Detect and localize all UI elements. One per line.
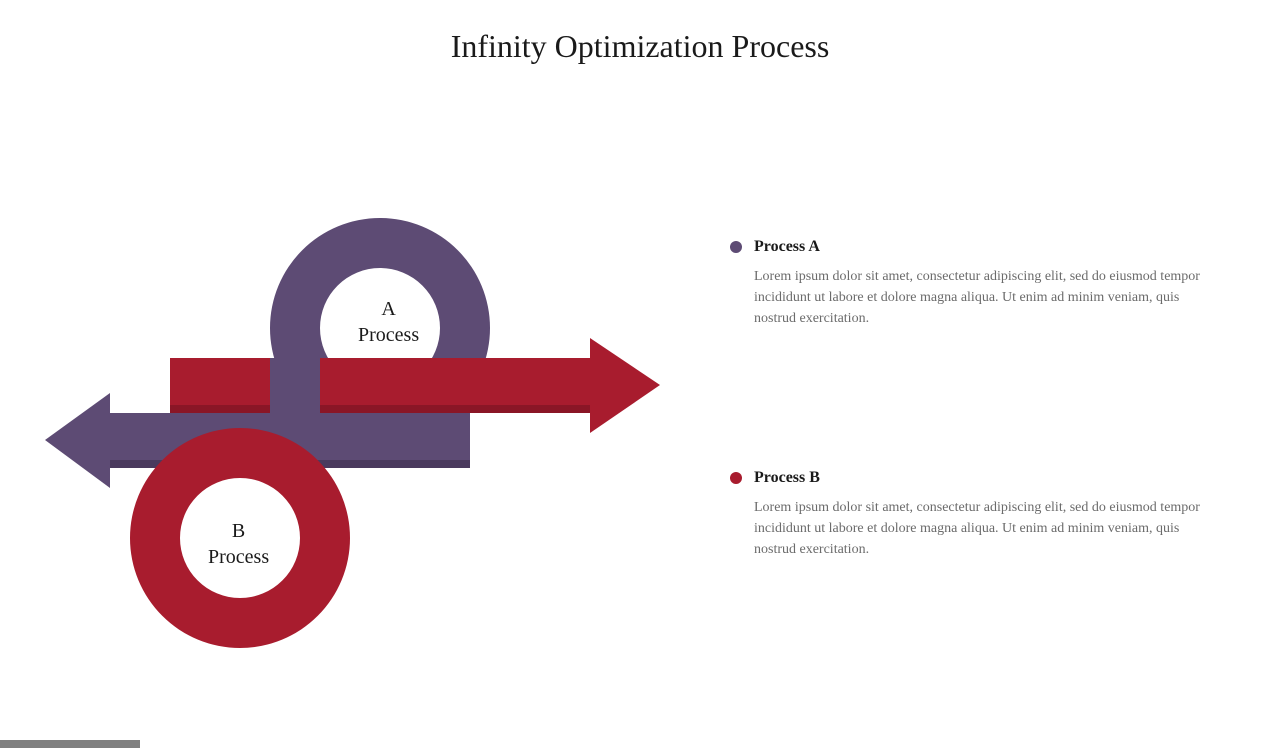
- label-b-process: B Process: [208, 518, 269, 570]
- diagram-container: A Process B Process: [40, 178, 660, 678]
- label-b-line2: Process: [208, 544, 269, 570]
- process-a-block: Process A Lorem ipsum dolor sit amet, co…: [730, 238, 1200, 329]
- process-b-block: Process B Lorem ipsum dolor sit amet, co…: [730, 469, 1200, 560]
- label-a-line2: Process: [358, 322, 419, 348]
- label-b-line1: B: [208, 518, 269, 544]
- process-b-description: Lorem ipsum dolor sit amet, consectetur …: [754, 497, 1200, 560]
- label-a-line1: A: [358, 296, 419, 322]
- bullet-icon: [730, 472, 742, 484]
- purple-overlap-patch: [270, 358, 320, 413]
- red-arrowhead: [590, 338, 660, 433]
- red-bar-shadow: [170, 405, 590, 413]
- label-a-process: A Process: [358, 296, 419, 348]
- process-a-description: Lorem ipsum dolor sit amet, consectetur …: [754, 266, 1200, 329]
- process-a-header: Process A: [730, 238, 1200, 256]
- infinity-arrows-diagram: [40, 178, 680, 678]
- red-bar: [170, 358, 590, 413]
- page-title: Infinity Optimization Process: [0, 28, 1280, 65]
- purple-arrowhead: [45, 393, 110, 488]
- process-b-header: Process B: [730, 469, 1200, 487]
- text-panel: Process A Lorem ipsum dolor sit amet, co…: [730, 238, 1200, 700]
- footer-accent-bar: [0, 740, 140, 748]
- bullet-icon: [730, 241, 742, 253]
- process-a-title: Process A: [754, 238, 820, 256]
- process-b-title: Process B: [754, 469, 820, 487]
